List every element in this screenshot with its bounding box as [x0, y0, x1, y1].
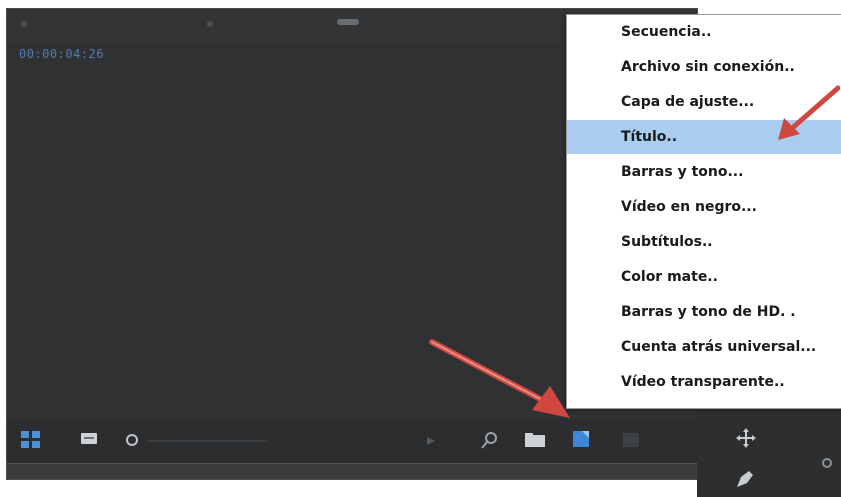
status-strip: [7, 463, 697, 479]
zoom-slider-icon[interactable]: [125, 433, 139, 447]
thumbnail-view-icon[interactable]: [21, 431, 41, 449]
captions-icon[interactable]: [81, 433, 97, 447]
tools-panel: [697, 405, 841, 497]
clear-icon[interactable]: [623, 433, 639, 447]
menu-item-subtitulos[interactable]: Subtítulos..: [567, 225, 841, 259]
find-icon[interactable]: [481, 431, 499, 449]
menu-item-secuencia[interactable]: Secuencia..: [567, 15, 841, 49]
new-item-icon[interactable]: [573, 431, 589, 447]
menu-item-video-en-negro[interactable]: Vídeo en negro...: [567, 190, 841, 224]
new-item-menu: Secuencia.. Archivo sin conexión.. Capa …: [566, 14, 841, 409]
move-tool-icon[interactable]: [735, 427, 757, 449]
menu-item-color-mate[interactable]: Color mate..: [567, 260, 841, 294]
drag-handle-icon[interactable]: [337, 19, 359, 25]
menu-item-barras-y-tono[interactable]: Barras y tono...: [567, 155, 841, 189]
menu-item-barras-y-tono-hd[interactable]: Barras y tono de HD. .: [567, 295, 841, 329]
menu-item-video-transparente[interactable]: Vídeo transparente..: [567, 365, 841, 399]
menu-item-cuenta-atras-universal[interactable]: Cuenta atrás universal...: [567, 330, 841, 364]
sort-icon[interactable]: [425, 435, 437, 447]
bottom-toolbar: [7, 419, 697, 463]
menu-item-capa-de-ajuste[interactable]: Capa de ajuste...: [567, 85, 841, 119]
pen-tool-icon[interactable]: [735, 469, 755, 489]
menu-item-titulo[interactable]: Título..: [567, 120, 841, 154]
zoom-slider-track[interactable]: [147, 440, 267, 442]
panel-tab-icon[interactable]: [207, 21, 213, 27]
panel-menu-icon[interactable]: [21, 21, 27, 27]
panel-option-icon[interactable]: [821, 457, 833, 469]
new-bin-icon[interactable]: [525, 433, 545, 447]
timecode-display[interactable]: 00:00:04:26: [19, 47, 104, 61]
menu-item-archivo-sin-conexion[interactable]: Archivo sin conexión..: [567, 50, 841, 84]
